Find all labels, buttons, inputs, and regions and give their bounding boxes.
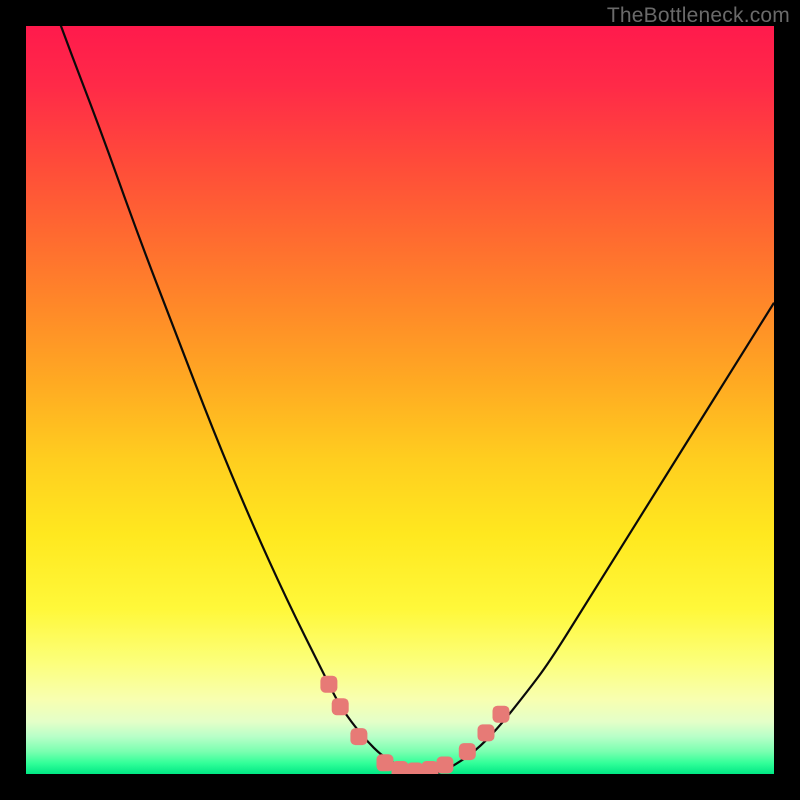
curve-line	[26, 26, 774, 774]
curve-marker	[377, 754, 394, 771]
curve-marker	[350, 728, 367, 745]
curve-marker	[320, 676, 337, 693]
bottleneck-curve-plot	[26, 26, 774, 774]
curve-marker	[459, 743, 476, 760]
curve-marker	[392, 761, 409, 774]
curve-marker	[493, 706, 510, 723]
curve-marker	[332, 698, 349, 715]
curve-marker	[478, 724, 495, 741]
watermark-text: TheBottleneck.com	[607, 4, 790, 28]
curve-marker	[421, 761, 438, 774]
chart-frame	[26, 26, 774, 774]
curve-markers	[320, 676, 509, 774]
curve-marker	[407, 763, 424, 775]
curve-marker	[436, 757, 453, 774]
